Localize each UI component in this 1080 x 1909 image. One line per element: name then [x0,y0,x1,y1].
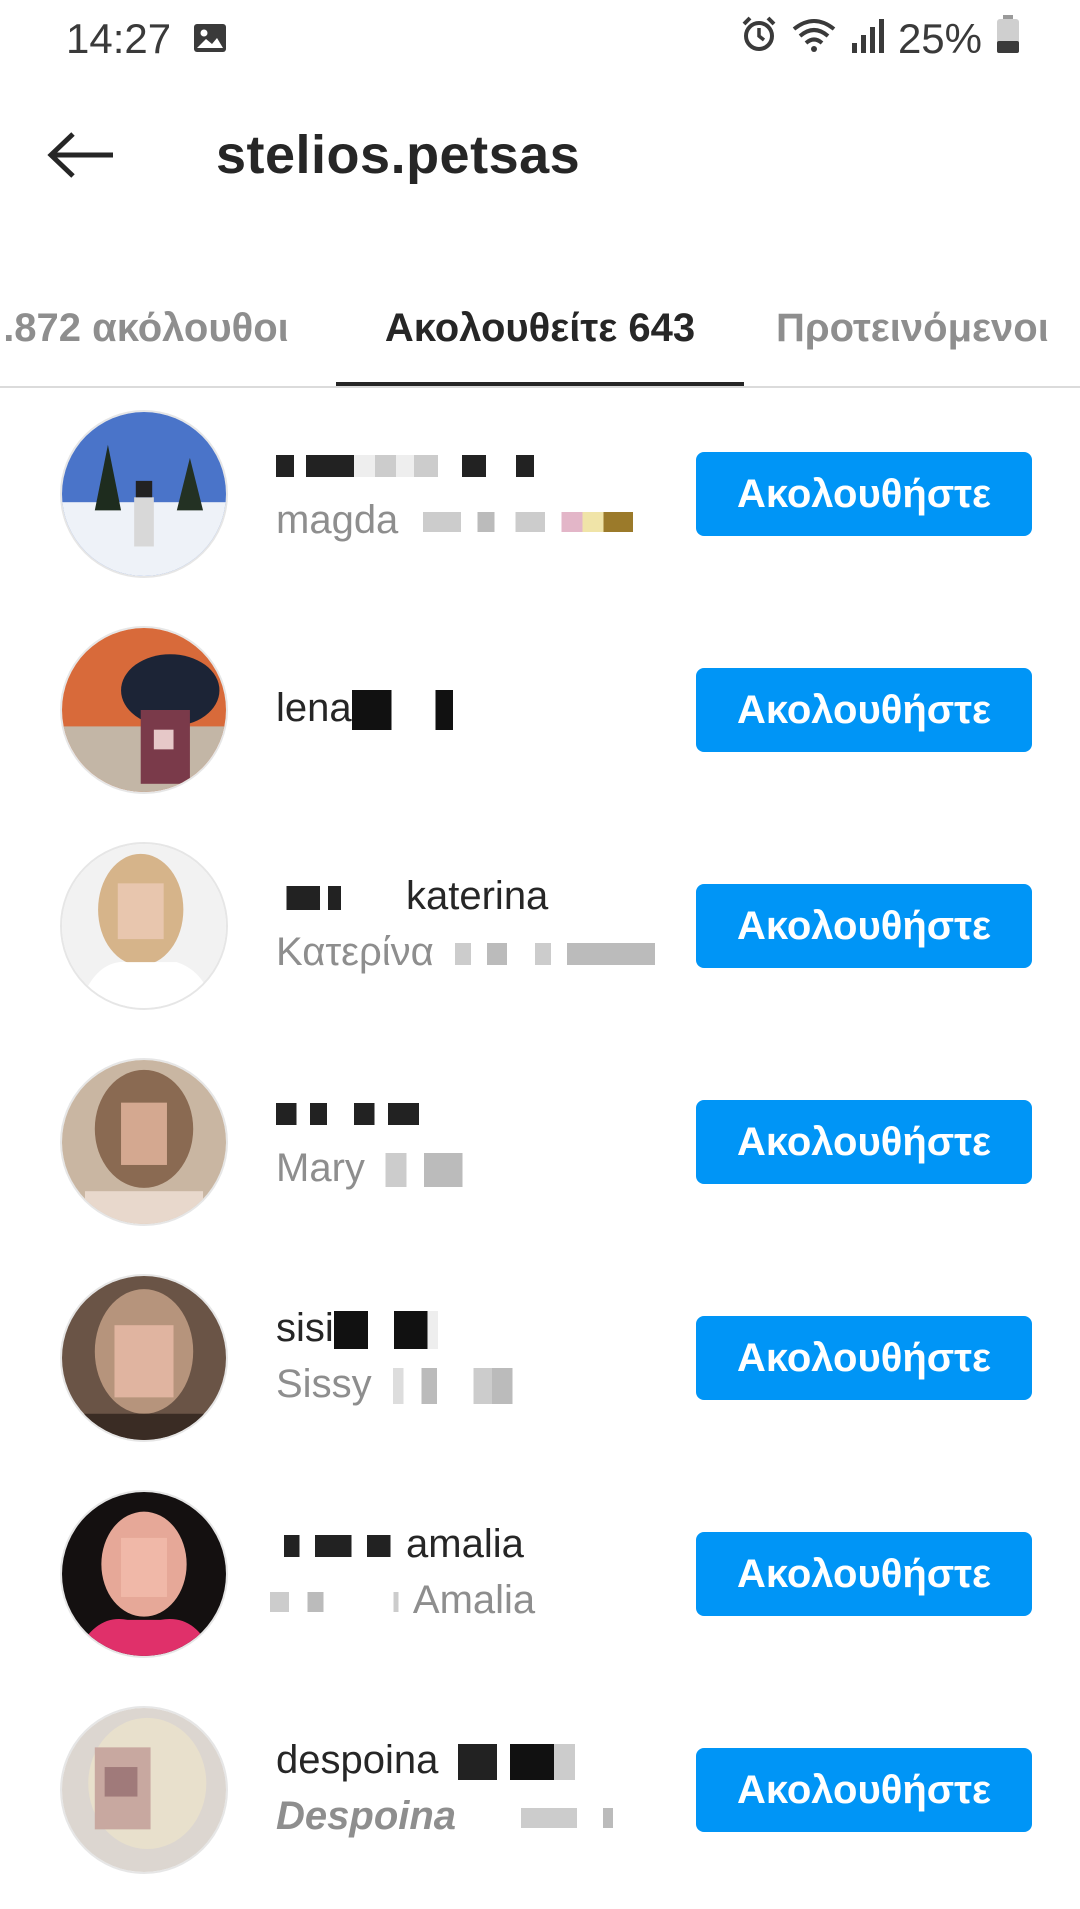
back-arrow-icon[interactable] [47,130,117,185]
username: amalia [276,1516,535,1572]
tab-followers[interactable]: .872 ακόλουθοι [0,270,296,386]
follow-button[interactable]: Ακολουθήστε [696,668,1032,752]
user-names: sisi Sissy [276,1300,523,1412]
user-names: lena [276,680,462,736]
username: despoina [276,1732,617,1788]
tab-suggested[interactable]: Προτεινόμενοι [776,270,1080,386]
alarm-icon [740,15,778,63]
active-tab-indicator [336,382,744,386]
redacted-block [276,1535,406,1558]
battery-percent: 25% [897,15,982,62]
list-item[interactable]: despoina Despoina Ακολουθήστε [0,1686,1080,1902]
status-time: 14:27 [66,15,172,62]
full-name: Despoina [276,1788,618,1844]
user-names: katerina Κατερίνα [276,868,655,980]
list-item[interactable]: amalia Amalia Ακολουθήστε [0,1470,1080,1686]
follow-button[interactable]: Ακολουθήστε [696,884,1032,968]
gallery-icon [193,15,227,63]
username-text: despoina [276,1738,439,1782]
redacted-block [517,1808,618,1829]
list-item[interactable]: lena Ακολουθήστε [0,606,1080,822]
redacted-block [454,943,655,966]
redacted-block [423,512,634,533]
redacted-block [270,1592,404,1613]
page-title: stelios.petsas [216,125,581,185]
status-left: 14:27 [66,15,227,63]
avatar[interactable] [60,1706,228,1874]
avatar[interactable] [60,410,228,578]
redacted-block [276,886,406,911]
full-name: Mary [276,1140,473,1196]
username [276,1084,472,1140]
user-names: amalia Amalia [270,1516,536,1628]
list-item[interactable]: sisi Sissy Ακολουθήστε [0,1254,1080,1470]
avatar[interactable] [60,1274,228,1442]
follow-button[interactable]: Ακολουθήστε [696,1316,1032,1400]
user-names: Mary [276,1084,473,1196]
follow-button[interactable]: Ακολουθήστε [696,1100,1032,1184]
avatar[interactable] [60,842,228,1010]
signal-icon [850,15,884,63]
username: lena [276,680,462,736]
full-name: magda [276,492,634,548]
status-right: 25% [740,14,1020,64]
username-text: lena [276,686,352,730]
list-item[interactable]: katerina Κατερίνα Ακολουθήστε [0,822,1080,1038]
follow-button[interactable]: Ακολουθήστε [696,1748,1032,1832]
username-text: katerina [406,874,549,918]
full-name-text: Κατερίνα [276,930,434,974]
redacted-block [376,1153,473,1188]
list-item[interactable]: magda Ακολουθήστε [0,390,1080,606]
full-name-text: Mary [276,1146,365,1190]
tab-following[interactable]: Ακολουθείτε 643 [336,270,744,386]
username: katerina [276,868,655,924]
username [276,436,633,492]
avatar[interactable] [60,626,228,794]
full-name-text: magda [276,498,399,542]
tab-bar: .872 ακόλουθοι Ακολουθείτε 643 Προτεινόμ… [0,270,1080,388]
user-names: magda [276,436,634,548]
full-name-text: Sissy [276,1362,372,1406]
user-names: despoina Despoina [276,1732,618,1844]
battery-icon [996,14,1020,64]
list-item[interactable]: Mary Ακολουθήστε [0,1038,1080,1254]
full-name-text: Amalia [412,1578,536,1622]
redacted-block [392,1368,523,1405]
full-name: Κατερίνα [276,924,655,980]
full-name: Amalia [270,1572,536,1628]
avatar[interactable] [60,1490,228,1658]
follow-button[interactable]: Ακολουθήστε [696,1532,1032,1616]
redacted-block [457,1744,588,1781]
redacted-block [276,1103,446,1126]
redacted-block [351,690,462,731]
username-text: sisi [276,1306,334,1350]
status-bar: 14:27 25% [0,0,1080,78]
full-name-text: Despoina [276,1794,457,1838]
redacted-block [276,455,576,478]
redacted-block [333,1311,464,1350]
back-button[interactable] [42,122,122,192]
wifi-icon [792,15,836,63]
full-name: Sissy [276,1356,523,1412]
username-text: amalia [406,1522,524,1566]
follow-button[interactable]: Ακολουθήστε [696,452,1032,536]
username: sisi [276,1300,523,1356]
avatar[interactable] [60,1058,228,1226]
header: stelios.petsas [0,100,1080,212]
